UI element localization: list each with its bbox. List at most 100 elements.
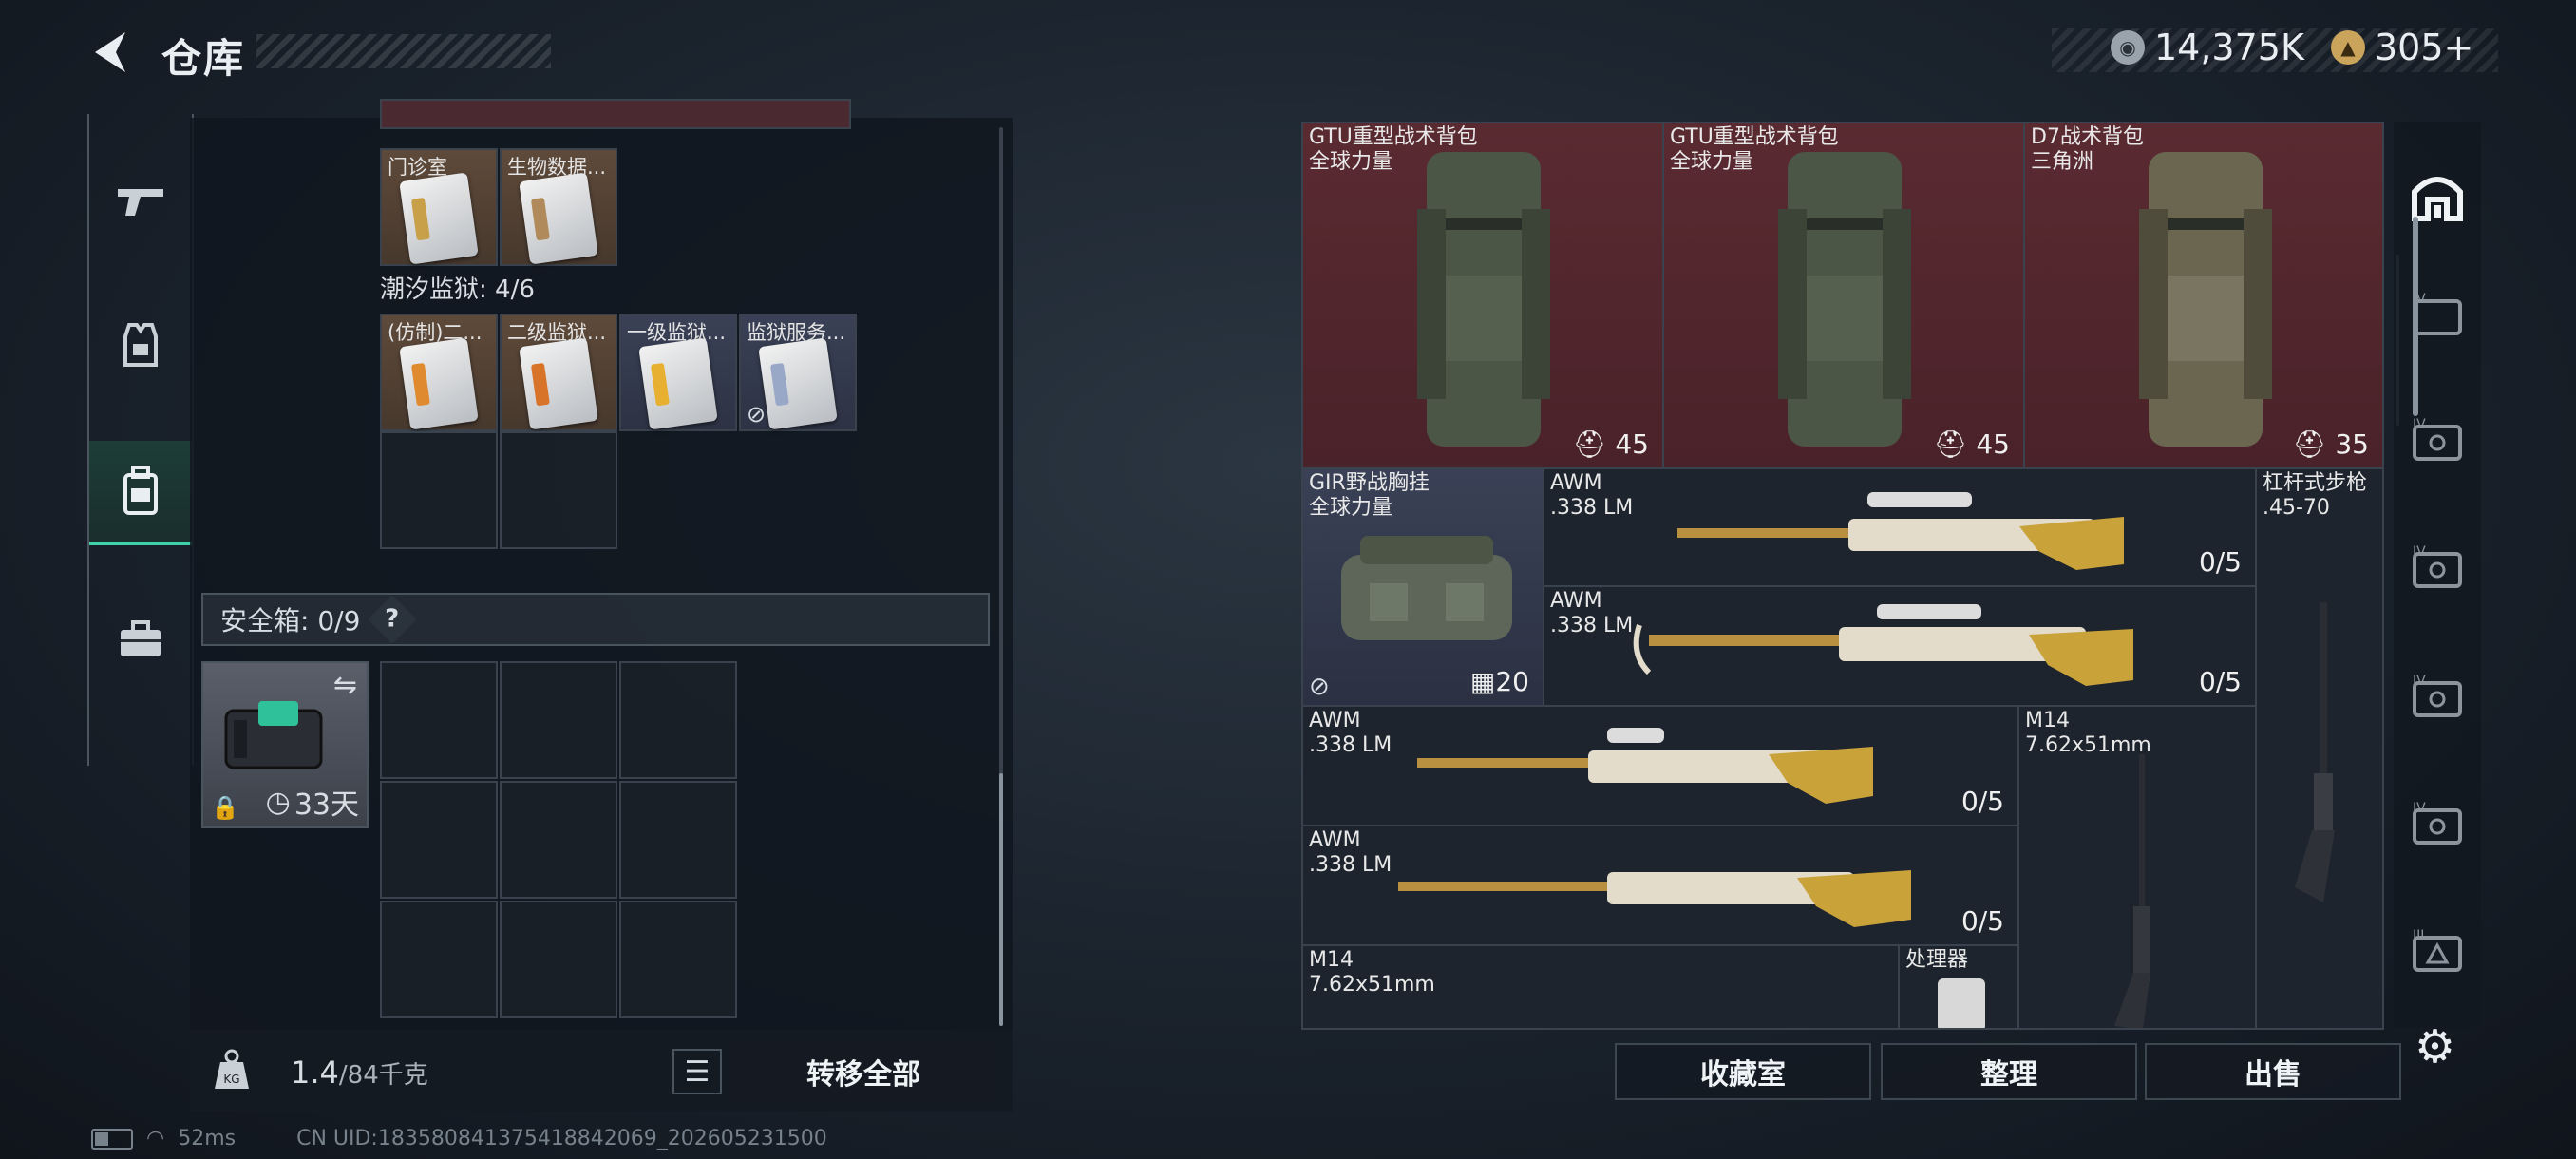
rail-equipment[interactable] [89, 294, 192, 395]
silver-currency: ◉ 14,375K [2111, 27, 2304, 68]
rail-weapons[interactable] [89, 152, 192, 253]
item-gtu-backpack[interactable]: GTU重型战术背包 全球力量 ⛑ 45 [1301, 122, 1664, 469]
organize-button[interactable]: 整理 [1881, 1043, 2137, 1100]
storage-box-icon: IV [2413, 674, 2462, 717]
sniper-rifle-image [1417, 728, 1873, 804]
tab-storage-4a[interactable]: IV [2394, 258, 2481, 372]
storage-panel: GTU重型战术背包 全球力量 ⛑ 45 GTU重型战术背包 全球力量 ⛑ 45 … [1301, 122, 2399, 1030]
safe-slot[interactable] [500, 901, 617, 1018]
keycard-icon [758, 337, 838, 430]
item-count: 0/5 [2198, 666, 2242, 697]
status-bar: ◠ 52ms CN UID:1835808413754188420​69_202… [91, 1127, 827, 1150]
item-count: ⛑ 45 [1933, 428, 2010, 460]
safe-box-bar: 安全箱: 0/9 ? [201, 593, 990, 646]
sniper-rifle-image [1633, 604, 2133, 686]
item-awm-rifle[interactable]: AWM .338 LM 0/5 [1301, 705, 2019, 826]
item-level2-prison-key[interactable]: 二级监狱... [500, 314, 617, 431]
rail-backpack[interactable] [89, 441, 192, 545]
keycard-icon [638, 337, 718, 430]
item-name: D7战术背包 三角洲 [2031, 125, 2144, 174]
collection-room-button[interactable]: 收藏室 [1615, 1043, 1871, 1100]
weight-max: /84千克 [338, 1061, 428, 1090]
tab-all[interactable] [2394, 139, 2481, 253]
sell-button[interactable]: 出售 [2145, 1043, 2401, 1100]
item-gtu-backpack[interactable]: GTU重型战术背包 全球力量 ⛑ 45 [1662, 122, 2025, 469]
tab-storage-3[interactable]: III [2394, 895, 2481, 1009]
empty-slot[interactable] [500, 431, 617, 549]
safe-slot[interactable] [619, 781, 737, 899]
safe-slot[interactable] [619, 661, 737, 779]
item-replica-key[interactable]: (仿制)二... [380, 314, 498, 431]
silver-coin-icon: ◉ [2111, 30, 2145, 65]
item-name: AWM .338 LM [1550, 589, 1634, 637]
safe-slot[interactable] [500, 661, 617, 779]
safe-time-remaining: 33天 [294, 788, 359, 822]
item-name: 处理器 [1905, 948, 1969, 972]
item-processor[interactable]: 处理器 [1898, 944, 2019, 1030]
item-count: ⛑ 45 [1572, 428, 1649, 460]
timer: ◷ 33天 [266, 781, 359, 823]
category-rail [87, 114, 194, 766]
safe-slot[interactable] [380, 781, 498, 899]
item-level1-prison-key[interactable]: 一级监狱... [619, 314, 737, 431]
item-count: 0/5 [2198, 546, 2242, 578]
item-name: M14 7.62x51mm [1309, 948, 1435, 997]
keycard-icon [519, 337, 598, 430]
item-awm-rifle[interactable]: AWM .338 LM 0/5 [1543, 585, 2257, 707]
item-m14-rifle[interactable]: M14 7.62x51mm [1301, 944, 1900, 1030]
safe-slot[interactable] [500, 781, 617, 899]
back-arrow-icon[interactable] [87, 28, 135, 76]
title-decoration [256, 34, 551, 68]
list-view-icon[interactable]: ☰ [672, 1049, 722, 1094]
item-bio-data-key[interactable]: 生物数据... [500, 148, 617, 266]
storage-box-icon: IV [2413, 417, 2462, 461]
weight-bar: KG 1.4/84千克 ☰ 转移全部 [190, 1030, 1013, 1112]
safe-slot[interactable] [380, 661, 498, 779]
tab-storage-4b[interactable]: IV [2394, 384, 2481, 498]
pistol-icon [118, 189, 163, 216]
item-m14-rifle[interactable]: M14 7.62x51mm [2017, 705, 2257, 1030]
item-prison-service-key[interactable]: 监狱服务... ⊘ [739, 314, 857, 431]
item-lever-rifle[interactable]: 杠杆式步枪 .45-70 [2255, 467, 2384, 1030]
tab-storage-4d[interactable]: IV [2394, 640, 2481, 754]
item-gir-chest-rig[interactable]: GIR野战胸挂 全球力量 ⊘ ▦20 [1301, 467, 1544, 707]
settings-gear-icon[interactable]: ⚙ [2415, 1020, 2455, 1074]
clock-icon: ◷ [265, 785, 291, 819]
page-title: 仓库 [161, 35, 246, 82]
item-awm-rifle[interactable]: AWM .338 LM 0/5 [1543, 467, 2257, 587]
rail-briefcase[interactable] [89, 589, 192, 690]
tab-storage-4c[interactable]: IV [2394, 511, 2481, 625]
swap-icon[interactable]: ⇋ [333, 669, 357, 702]
storage-box-icon: III [2413, 928, 2462, 972]
item-d7-backpack[interactable]: D7战术背包 三角洲 ⛑ 35 [2023, 122, 2384, 469]
safe-slot[interactable] [619, 901, 737, 1018]
transfer-all-button[interactable]: 转移全部 [733, 1043, 994, 1100]
item-awm-rifle[interactable]: AWM .338 LM 0/5 [1301, 825, 2019, 946]
safe-box-item[interactable]: ⇋ 🔒 ◷ 33天 [201, 661, 369, 828]
scrollbar-thumb[interactable] [999, 773, 1003, 1026]
vest-icon [123, 323, 158, 367]
chest-rig-image [1341, 536, 1512, 640]
wifi-icon: ◠ [146, 1127, 165, 1150]
item-count: 0/5 [1960, 905, 2004, 937]
empty-slot[interactable] [380, 431, 498, 549]
item-count: ⛑ 35 [2292, 428, 2369, 460]
item-clinic-key[interactable]: 门诊室 [380, 148, 498, 266]
safe-case-icon [224, 701, 323, 770]
tab-storage-4e[interactable]: IV [2394, 768, 2481, 882]
weight-readout: 1.4/84千克 [291, 1054, 428, 1091]
help-icon[interactable]: ? [368, 595, 417, 644]
processor-image [1938, 978, 1985, 1028]
cutoff-row [380, 99, 851, 129]
item-name: AWM .338 LM [1550, 471, 1634, 520]
tabs-scrollbar[interactable] [2413, 217, 2418, 416]
backpack-image [1778, 152, 1911, 446]
sniper-rifle-image [1677, 492, 2124, 570]
safe-slot[interactable] [380, 901, 498, 1018]
keycard-icon [519, 172, 598, 265]
m14-rifle-image [2114, 754, 2150, 1028]
svg-text:IV: IV [2413, 417, 2426, 432]
silver-amount: 14,375K [2154, 27, 2304, 68]
item-name: AWM .338 LM [1309, 709, 1392, 757]
svg-text:IV: IV [2413, 801, 2426, 816]
